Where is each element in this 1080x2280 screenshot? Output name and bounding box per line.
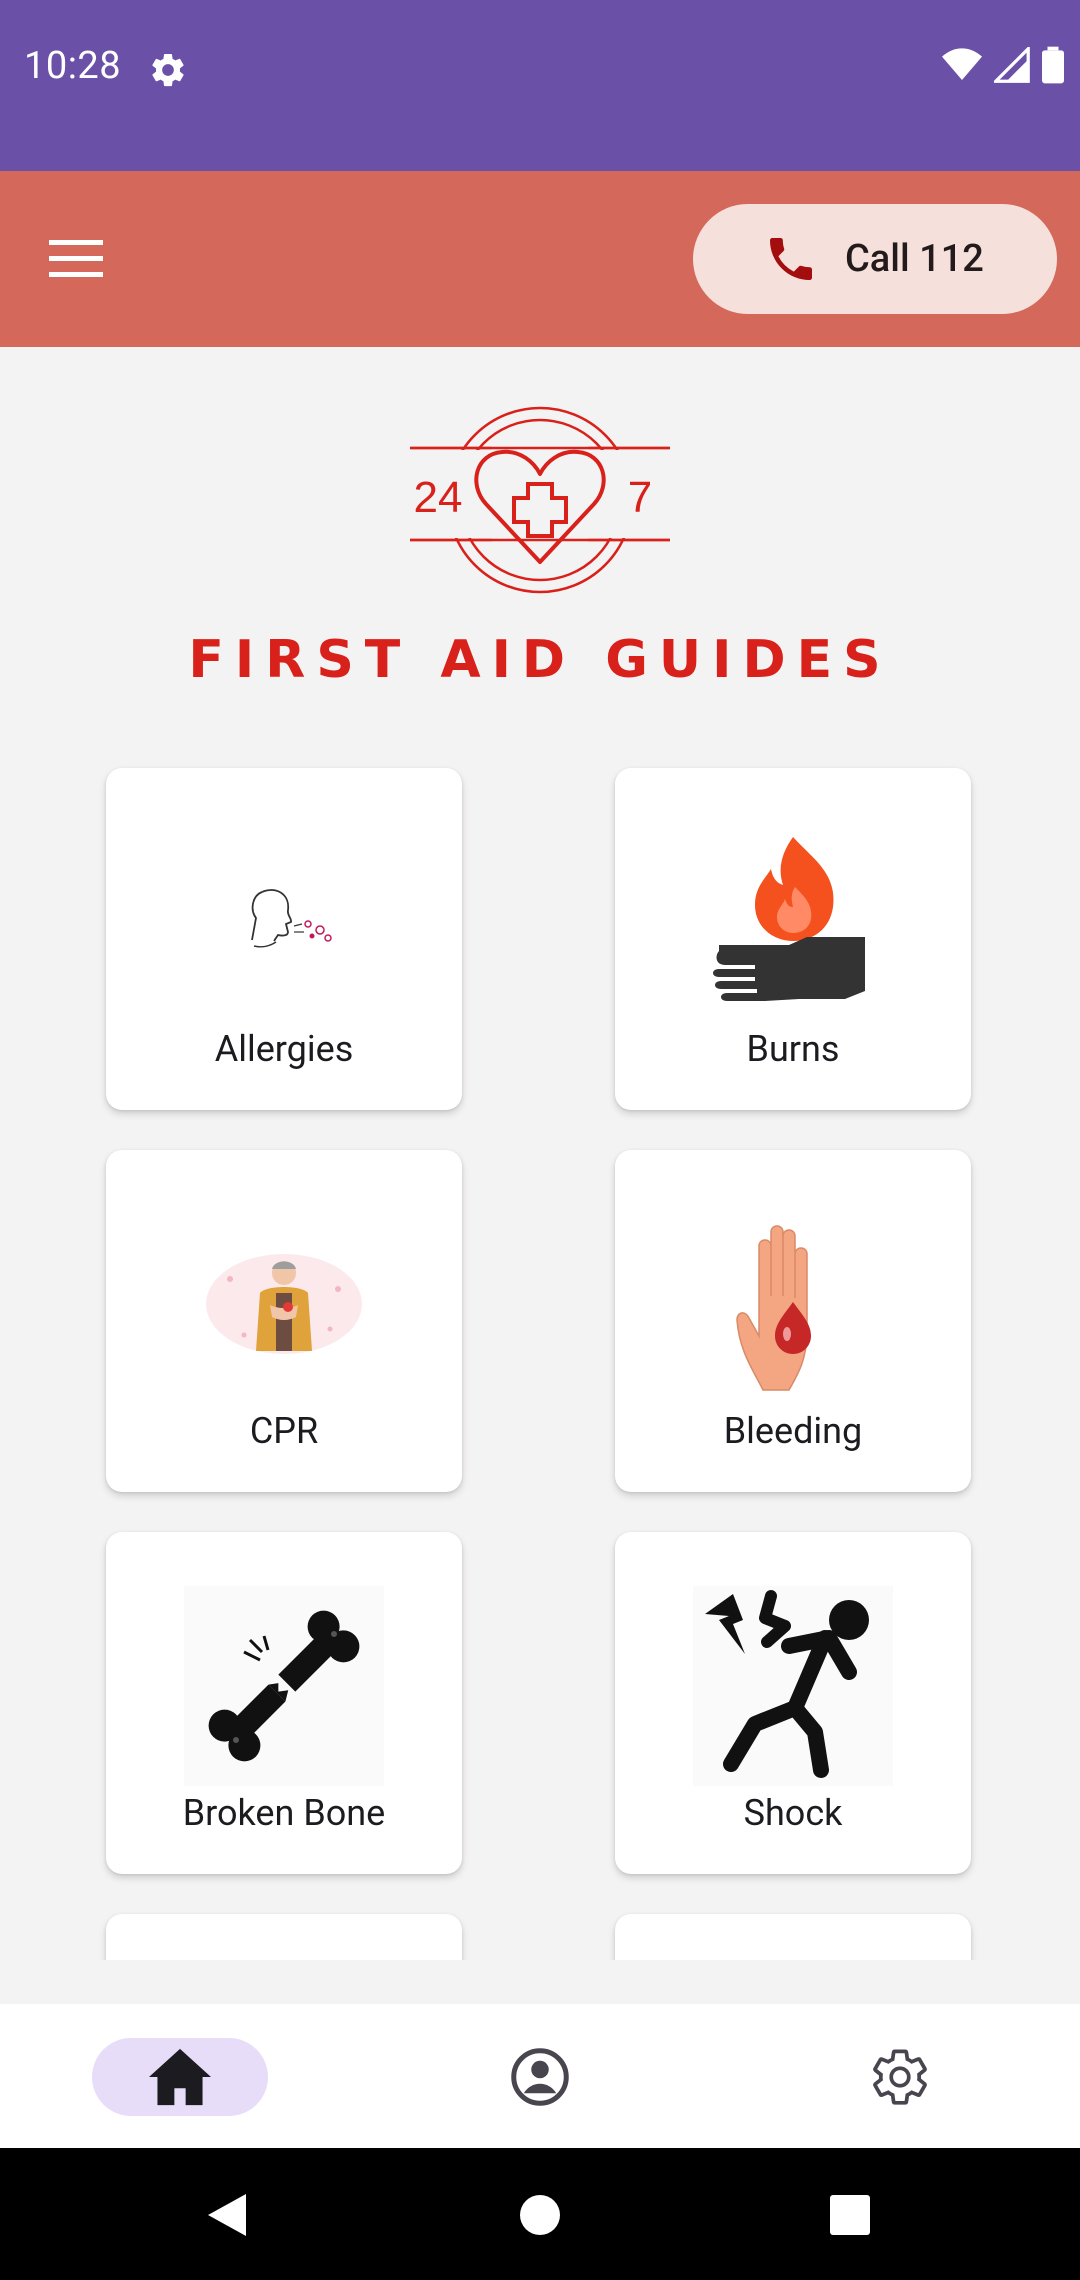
signal-icon	[994, 47, 1030, 83]
status-icons	[942, 46, 1064, 84]
nav-home-button[interactable]	[92, 2038, 268, 2116]
call-emergency-button[interactable]: Call 112	[693, 204, 1057, 314]
bleeding-hand-icon	[693, 1204, 893, 1404]
phone-icon	[770, 238, 812, 280]
battery-icon	[1042, 46, 1064, 84]
recents-square-icon[interactable]	[828, 2190, 872, 2240]
status-bar: 10:28	[0, 0, 1080, 171]
guide-card-label: Broken Bone	[182, 1792, 386, 1834]
guide-card-label: Burns	[746, 1028, 840, 1070]
home-icon	[149, 2048, 211, 2106]
back-icon[interactable]	[204, 2190, 250, 2240]
settings-icon	[873, 2049, 927, 2105]
guide-card-label: Shock	[743, 1792, 843, 1834]
menu-button[interactable]	[40, 231, 112, 287]
guide-card-allergies[interactable]: Allergies	[106, 768, 462, 1110]
guide-card-cpr[interactable]: CPR	[106, 1150, 462, 1492]
logo-right-number: 7	[628, 473, 652, 522]
electric-shock-icon	[693, 1586, 893, 1786]
guide-card-shock[interactable]: Shock	[615, 1532, 971, 1874]
nav-settings-button[interactable]	[860, 2038, 940, 2116]
home-circle-icon[interactable]	[518, 2190, 562, 2240]
settings-gear-status-icon	[152, 53, 184, 87]
guides-grid: Allergies Burns CPR Bleeding Broken Bone…	[0, 740, 1080, 1960]
hamburger-menu-icon	[49, 240, 103, 277]
guide-card-bleeding[interactable]: Bleeding	[615, 1150, 971, 1492]
logo-left-number: 24	[414, 473, 463, 522]
burning-hand-icon	[693, 822, 893, 1022]
guide-card-broken-bone[interactable]: Broken Bone	[106, 1532, 462, 1874]
wifi-icon	[942, 48, 982, 80]
guide-card-partial[interactable]	[615, 1914, 971, 1960]
chest-pain-person-icon	[184, 1204, 384, 1404]
guide-card-partial[interactable]	[106, 1914, 462, 1960]
nav-profile-button[interactable]	[500, 2038, 580, 2116]
guide-card-label: Bleeding	[723, 1410, 863, 1452]
profile-icon	[511, 2048, 569, 2106]
status-time: 10:28	[24, 44, 122, 88]
sneezing-person-icon	[184, 822, 384, 1022]
system-navigation-bar	[0, 2148, 1080, 2280]
guide-card-label: Allergies	[214, 1028, 354, 1070]
call-button-label: Call 112	[845, 237, 984, 281]
guide-card-label: CPR	[249, 1410, 319, 1452]
bottom-navigation	[0, 2004, 1080, 2148]
logo-title: FIRST AID GUIDES	[188, 630, 892, 690]
guide-card-burns[interactable]: Burns	[615, 768, 971, 1110]
broken-bone-icon	[184, 1586, 384, 1786]
